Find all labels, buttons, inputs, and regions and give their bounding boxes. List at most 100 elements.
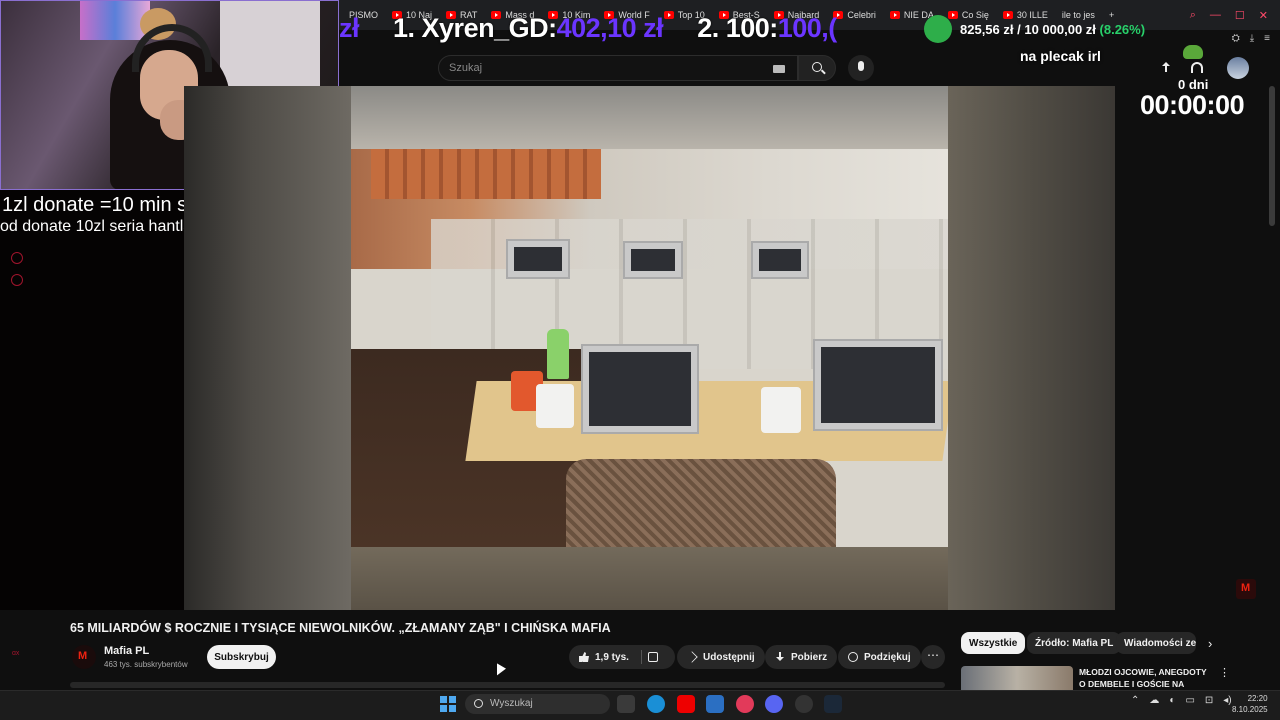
search-placeholder: Szukaj [449, 62, 483, 74]
more-actions-button[interactable]: ⋯ [921, 645, 945, 669]
photo-mug [536, 384, 574, 428]
goal-text: 825,56 zł / 10 000,00 zł (8.26%) [960, 22, 1145, 37]
laptop-screen [759, 249, 801, 271]
network-icon[interactable]: ⊡ [1205, 695, 1213, 706]
channel-name[interactable]: Mafia PL [104, 645, 149, 657]
goal-separator: / [1013, 21, 1025, 37]
video-blur-bottom [351, 547, 948, 610]
taskbar-search[interactable]: Wyszukaj [465, 694, 610, 714]
like-count[interactable]: 1,9 tys. [595, 652, 629, 663]
plecak-text: na plecak irl [1020, 48, 1101, 64]
description-box[interactable] [70, 682, 945, 688]
donation-goal: 825,56 zł / 10 000,00 zł (8.26%) [924, 14, 1145, 44]
channel-watermark-icon[interactable] [1236, 579, 1256, 599]
maximize-icon[interactable]: ☐ [1235, 9, 1245, 22]
download-icon[interactable]: ⤓ [1250, 33, 1254, 44]
search-tabs-icon[interactable]: ⌕ [1190, 9, 1196, 22]
discord-icon[interactable] [765, 695, 783, 713]
opera-icon[interactable] [736, 695, 754, 713]
recommended-title[interactable]: MŁODZI OJCOWIE, ANEGDOTY O DEMBELE I GOŚ… [1079, 666, 1209, 690]
keyboard-icon[interactable] [773, 65, 785, 73]
thanks-icon [848, 652, 858, 662]
dislike-icon[interactable] [647, 652, 658, 662]
recommended-menu-icon[interactable]: ⋮ [1219, 666, 1230, 679]
minimize-icon[interactable]: — [1210, 9, 1221, 21]
overlay-side-icon [11, 252, 23, 264]
leader-prefix: zł [339, 12, 360, 43]
photo-laptop [506, 239, 570, 279]
photo-mug [761, 387, 801, 433]
download-label: Pobierz [791, 651, 828, 663]
donation-leaderboard: zł 1. Xyren_GD: 402,10 zł 2. 100: 100,( [339, 10, 909, 46]
scrollbar[interactable] [1269, 86, 1275, 226]
steam-icon[interactable] [824, 695, 842, 713]
edge-icon[interactable] [647, 695, 665, 713]
account-icon[interactable]: ⛭ [1232, 33, 1240, 44]
photo-laptop [581, 344, 699, 434]
like-icon[interactable] [579, 652, 589, 662]
video-blur-right [948, 86, 1115, 610]
search-button[interactable] [798, 55, 836, 81]
video-frame[interactable] [351, 149, 948, 547]
download-button[interactable]: Pobierz [765, 645, 838, 669]
snipping-tool-icon[interactable] [706, 695, 724, 713]
task-view-icon[interactable] [617, 695, 635, 713]
chevron-right-icon[interactable]: › [1208, 636, 1212, 651]
recommended-thumbnail[interactable] [961, 666, 1073, 690]
right-panel [1115, 46, 1280, 606]
laptop-screen [589, 352, 691, 426]
goal-badge-icon [924, 15, 952, 43]
voice-search-button[interactable] [848, 55, 874, 81]
chip-source[interactable]: Źródło: Mafia PL [1027, 632, 1122, 654]
bell-icon[interactable] [1191, 62, 1203, 73]
avatar[interactable] [1227, 57, 1249, 79]
goal-percent: (8.26%) [1099, 21, 1146, 37]
laptop-screen [631, 249, 675, 271]
photo-bottle [547, 329, 569, 379]
battery-icon[interactable]: ▭ [1185, 695, 1194, 706]
download-icon [775, 652, 785, 662]
browser-toolbar-icons: ⛭ ⤓ ≡ [1232, 30, 1270, 46]
chip-news[interactable]: Wiadomości ze [1116, 632, 1196, 654]
clock-date: 8.10.2025 [1232, 705, 1268, 714]
chevron-up-icon[interactable]: ⌃ [1131, 695, 1139, 706]
laptop-screen [514, 247, 562, 271]
like-divider [640, 650, 642, 664]
subscribe-button[interactable]: Subskrybuj [207, 645, 276, 669]
mic-icon[interactable]: ◐ [1169, 695, 1175, 706]
search-input[interactable]: Szukaj [438, 55, 798, 81]
youtube-app-icon[interactable] [677, 695, 695, 713]
share-button[interactable]: Udostępnij [677, 645, 765, 669]
windows-start-icon[interactable] [440, 696, 456, 712]
leader-second: 2. 100: [697, 12, 778, 43]
thanks-button[interactable]: Podziękuj [838, 645, 921, 669]
clock-time: 22:20 [1247, 694, 1268, 703]
goal-target: 10 000,00 zł [1024, 21, 1096, 37]
leader-first-amount: 402,10 zł [556, 12, 664, 43]
close-icon[interactable]: ✕ [1259, 9, 1268, 22]
video-blur-top [351, 86, 948, 149]
pepe-icon [1183, 45, 1203, 59]
like-dislike-group: 1,9 tys. [569, 645, 675, 669]
create-icon[interactable] [1160, 62, 1172, 74]
photo-chair [566, 459, 836, 547]
youtube-header: Szukaj [339, 48, 1115, 86]
overlay-gear-icon [11, 274, 23, 286]
obs-icon[interactable] [795, 695, 813, 713]
photo-laptop [623, 241, 683, 279]
photo-laptop [751, 241, 809, 279]
channel-avatar[interactable] [72, 645, 96, 669]
volume-icon[interactable]: ◂) [1223, 695, 1231, 706]
leader-second-amount: 100,( [777, 12, 838, 43]
taskbar-clock[interactable]: 22:20 8.10.2025 [1232, 693, 1268, 715]
photo-curtain [371, 149, 601, 199]
share-label: Udostępnij [703, 651, 755, 663]
menu-icon[interactable]: ≡ [1264, 33, 1270, 44]
search-icon [812, 62, 822, 72]
photo-laptop [813, 339, 943, 431]
channel-subscribers: 463 tys. subskrybentów [104, 660, 188, 669]
taskbar [0, 690, 1280, 720]
chip-all[interactable]: Wszystkie [961, 632, 1026, 654]
cloud-icon[interactable]: ☁ [1149, 695, 1159, 706]
video-blur-left [184, 86, 351, 610]
